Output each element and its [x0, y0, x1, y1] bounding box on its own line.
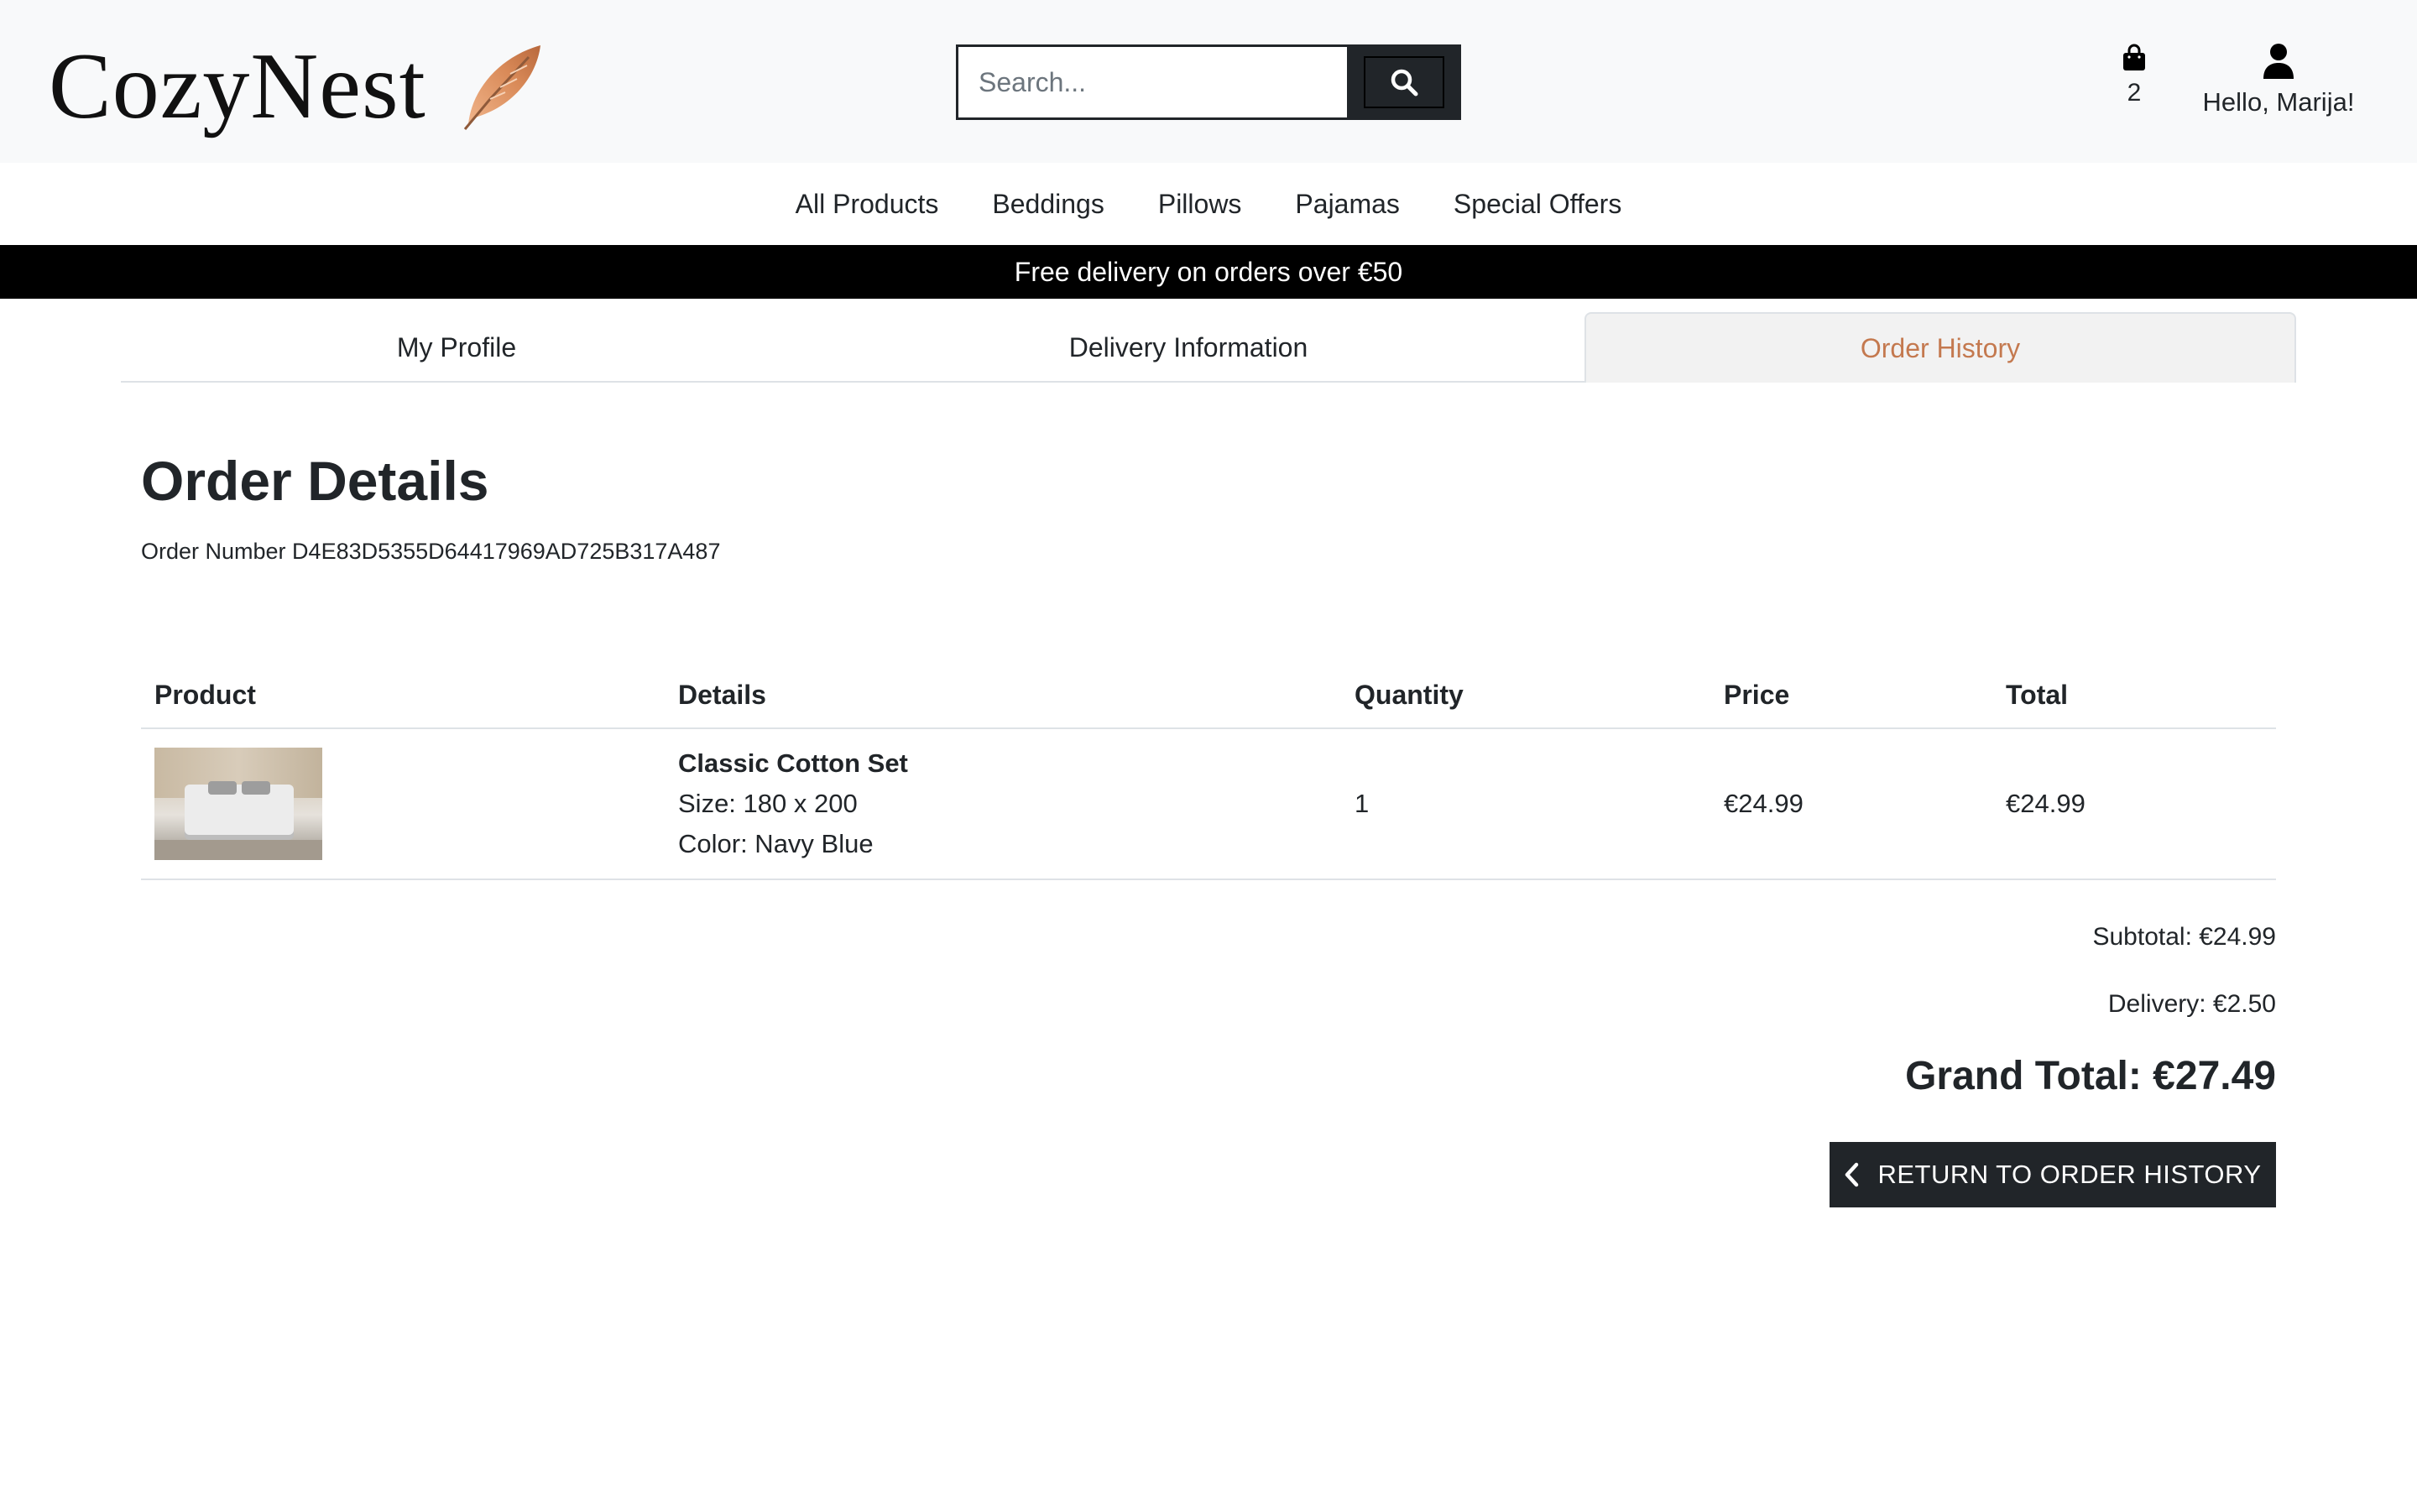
column-header-details: Details [665, 663, 1341, 729]
product-image-bed [185, 785, 294, 835]
nav-pajamas[interactable]: Pajamas [1268, 189, 1427, 220]
nav-beddings[interactable]: Beddings [965, 189, 1130, 220]
cart-button[interactable]: 2 [2105, 44, 2164, 107]
column-header-total: Total [1992, 663, 2276, 729]
product-image-pillow [242, 781, 270, 795]
return-button-label: RETURN TO ORDER HISTORY [1877, 1160, 2262, 1189]
cart-count: 2 [2127, 79, 2142, 107]
account-button[interactable]: Hello, Marija! [2190, 42, 2367, 117]
return-to-order-history-button[interactable]: RETURN TO ORDER HISTORY [1830, 1142, 2276, 1207]
table-header-row: Product Details Quantity Price Total [141, 663, 2276, 729]
tab-delivery-information[interactable]: Delivery Information [792, 312, 1584, 383]
tab-label: Order History [1860, 332, 2021, 363]
product-cell [141, 728, 665, 880]
profile-tabs: My Profile Delivery Information Order Hi… [121, 312, 2296, 383]
nav-all-products[interactable]: All Products [769, 189, 966, 220]
column-header-product: Product [141, 663, 665, 729]
user-icon [2263, 44, 2294, 79]
details-cell: Classic Cotton Set Size: 180 x 200 Color… [665, 728, 1341, 880]
product-name: Classic Cotton Set [678, 748, 908, 778]
search-icon [1391, 69, 1418, 96]
table-row: Classic Cotton Set Size: 180 x 200 Color… [141, 728, 2276, 880]
product-size: Size: 180 x 200 [678, 789, 858, 818]
shopping-bag-icon [2123, 44, 2145, 70]
price-cell: €24.99 [1710, 728, 1992, 880]
order-number: Order Number D4E83D5355D64417969AD725B31… [141, 539, 721, 564]
page-title: Order Details [141, 450, 489, 512]
product-image-pillow [208, 781, 237, 795]
search-button-inner [1364, 56, 1444, 108]
main-nav: All Products Beddings Pillows Pajamas Sp… [0, 163, 2417, 245]
product-color: Color: Navy Blue [678, 829, 874, 858]
quantity-cell: 1 [1341, 728, 1710, 880]
search-form [956, 44, 1461, 120]
delivery-cost: Delivery: €2.50 [2107, 990, 2276, 1018]
tab-my-profile[interactable]: My Profile [121, 312, 792, 383]
grand-total: Grand Total: €27.49 [1905, 1054, 2276, 1098]
account-greeting: Hello, Marija! [2202, 87, 2355, 117]
order-details-section: Order Details Order Number D4E83D5355D64… [141, 453, 2276, 565]
column-header-price: Price [1710, 663, 1992, 729]
nav-special-offers[interactable]: Special Offers [1427, 189, 1648, 220]
product-image [154, 748, 322, 860]
logo[interactable]: CozyNest [49, 32, 549, 141]
total-cell: €24.99 [1992, 728, 2276, 880]
tab-label: Delivery Information [1068, 331, 1308, 362]
tab-label: My Profile [396, 331, 517, 362]
nav-pillows[interactable]: Pillows [1131, 189, 1269, 220]
site-header: CozyNest Search... 2 Hello, Marija! [0, 0, 2417, 163]
subtotal: Subtotal: €24.99 [2092, 923, 2276, 951]
search-input[interactable] [956, 44, 1347, 120]
chevron-left-icon [1844, 1162, 1859, 1187]
order-items-table: Product Details Quantity Price Total Cla… [141, 663, 2276, 880]
search-button[interactable] [1347, 44, 1461, 120]
banner-text: Free delivery on orders over €50 [1014, 256, 1403, 287]
feather-icon [463, 45, 540, 130]
tab-order-history[interactable]: Order History [1584, 312, 2296, 383]
product-image-floor [154, 840, 322, 860]
logo-text: CozyNest [49, 34, 426, 138]
column-header-quantity: Quantity [1341, 663, 1710, 729]
delivery-banner: Free delivery on orders over €50 [0, 245, 2417, 299]
